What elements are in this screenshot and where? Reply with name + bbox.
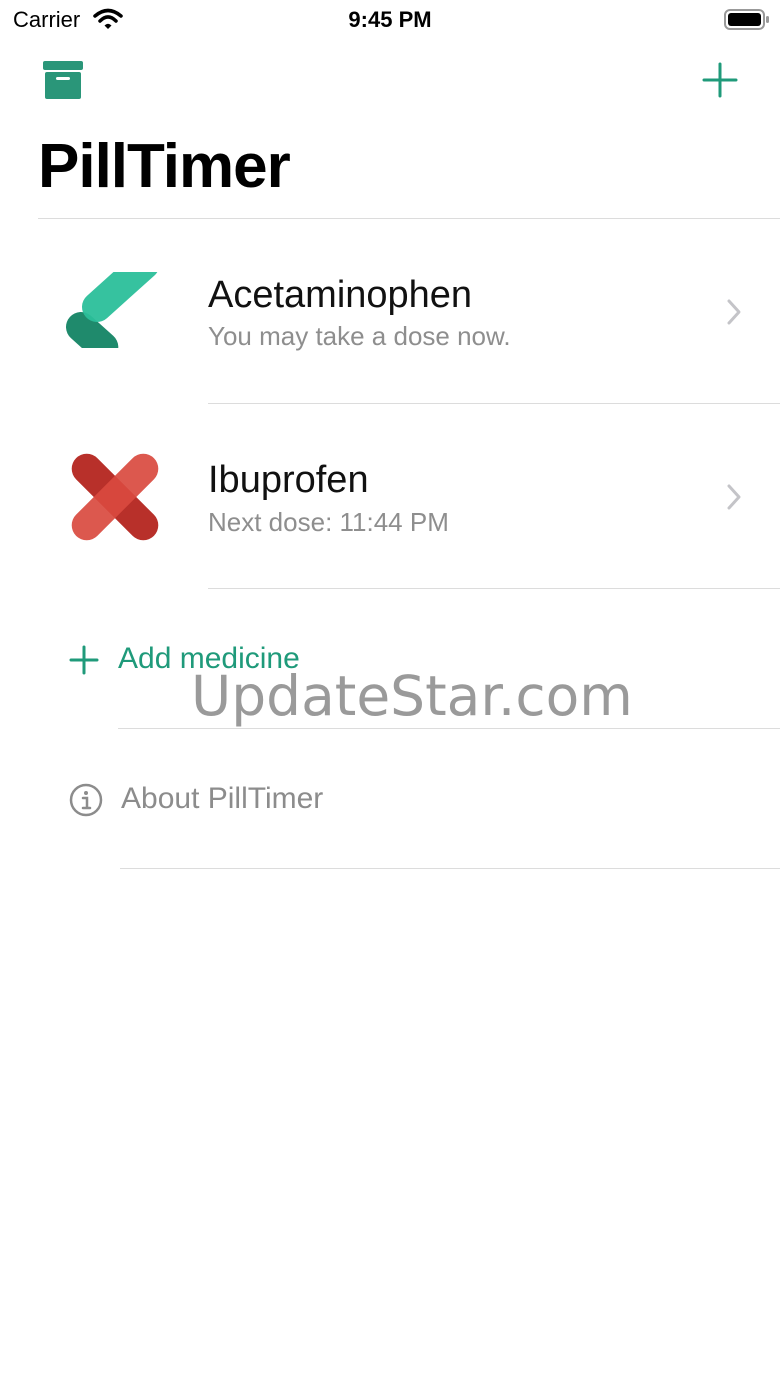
add-button[interactable] [700, 60, 740, 100]
medicine-name: Acetaminophen [208, 274, 473, 316]
action-divider [118, 728, 780, 729]
watermark: UpdateStar.com [191, 664, 633, 728]
page-title: PillTimer [38, 132, 291, 201]
medicine-row-acetaminophen[interactable]: Acetaminophen You may take a dose now. [0, 219, 780, 403]
chevron-right-icon [726, 483, 742, 511]
archive-icon [43, 61, 83, 99]
action-divider [120, 868, 780, 869]
about-button[interactable]: About PillTimer [68, 780, 408, 824]
archive-button[interactable] [43, 61, 83, 99]
clock: 9:45 PM [348, 7, 432, 32]
medicine-status: You may take a dose now. [208, 321, 511, 351]
about-label: About PillTimer [121, 782, 324, 815]
cross-icon [66, 448, 164, 546]
medicine-status: Next dose: 11:44 PM [208, 507, 449, 537]
plus-icon [702, 62, 738, 98]
medicine-name: Ibuprofen [208, 459, 369, 501]
battery-icon [724, 9, 770, 36]
row-divider [208, 588, 780, 589]
chevron-right-icon [726, 298, 742, 326]
status-bar: Carrier 9:45 PM [0, 0, 780, 40]
checkmark-icon [65, 249, 164, 370]
medicine-row-ibuprofen[interactable]: Ibuprofen Next dose: 11:44 PM [0, 404, 780, 588]
info-icon [68, 782, 104, 818]
plus-icon [68, 644, 100, 676]
